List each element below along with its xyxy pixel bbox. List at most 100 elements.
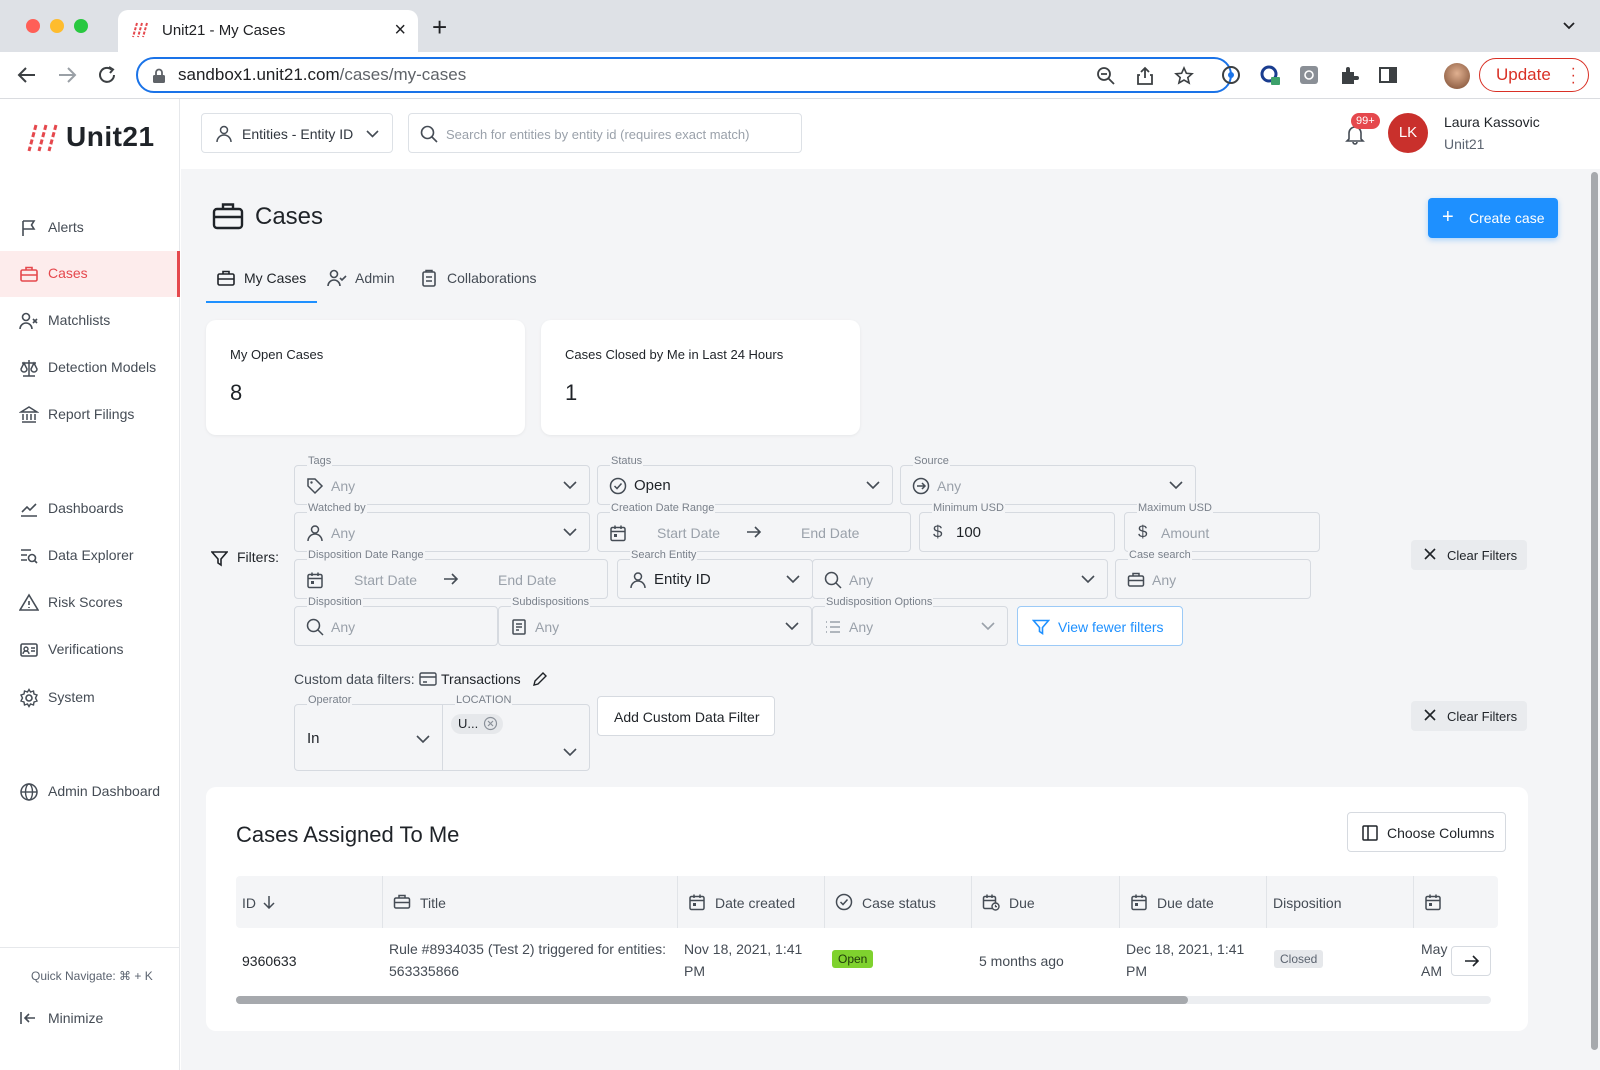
chevron-down-icon[interactable] <box>563 747 577 757</box>
add-custom-data-filter-button[interactable]: Add Custom Data Filter <box>597 696 775 736</box>
subdispositions-filter[interactable]: Subdispositions Any <box>498 596 812 646</box>
entity-type-select[interactable]: Entities - Entity ID <box>201 113 393 153</box>
column-header-title[interactable]: Title <box>383 876 678 928</box>
sidebar-item-data-explorer[interactable]: Data Explorer <box>0 533 180 579</box>
choose-columns-button[interactable]: Choose Columns <box>1347 812 1506 852</box>
side-panel-icon[interactable] <box>1377 64 1399 86</box>
disposition-filter[interactable]: Disposition Any <box>294 596 498 646</box>
column-header-more[interactable] <box>1414 876 1498 928</box>
case-id[interactable]: 9360633 <box>242 950 297 972</box>
search-entity-filter[interactable]: Search Entity Entity ID <box>617 549 813 599</box>
horizontal-scrollbar[interactable] <box>236 996 1491 1004</box>
browser-extension-icon[interactable] <box>1259 64 1281 86</box>
table-row[interactable]: 9360633 Rule #8934035 (Test 2) triggered… <box>236 928 1498 996</box>
password-extension-icon[interactable] <box>1220 64 1242 86</box>
column-header-due[interactable]: Due <box>972 876 1120 928</box>
creation-date-range-filter[interactable]: Creation Date Range Start Date End Date <box>597 502 911 552</box>
tab-my-cases[interactable]: My Cases <box>206 263 317 303</box>
sidebar-item-alerts[interactable]: Alerts <box>0 205 180 251</box>
pencil-icon[interactable] <box>532 671 548 687</box>
tab-search-chevron-icon[interactable] <box>1562 18 1576 32</box>
column-header-due-date[interactable]: Due date <box>1120 876 1267 928</box>
column-header-case-status[interactable]: Case status <box>825 876 972 928</box>
user-name[interactable]: Laura Kassovic <box>1444 114 1540 130</box>
disposition-date-range-filter[interactable]: Disposition Date Range Start Date End Da… <box>294 549 608 599</box>
back-arrow-icon[interactable] <box>16 64 38 86</box>
tab-admin[interactable]: Admin <box>317 263 407 303</box>
sidebar-item-report-filings[interactable]: Report Filings <box>0 392 180 438</box>
clear-custom-filters-button[interactable]: Clear Filters <box>1411 701 1527 731</box>
user-org: Unit21 <box>1444 136 1485 152</box>
status-filter[interactable]: Status Open <box>597 455 893 505</box>
disposition-end-date[interactable]: End Date <box>498 572 556 588</box>
chevron-down-icon <box>1169 481 1183 490</box>
tab-collaborations[interactable]: Collaborations <box>409 263 549 303</box>
location-chip[interactable]: U... <box>451 714 503 734</box>
view-fewer-filters-button[interactable]: View fewer filters <box>1017 606 1183 646</box>
new-tab-icon[interactable]: + <box>432 14 447 40</box>
case-search-filter[interactable]: Case search Any <box>1115 549 1311 599</box>
entity-search-input[interactable]: Search for entities by entity id (requir… <box>408 113 802 153</box>
browser-toolbar: sandbox1.unit21.com/cases/my-cases Updat… <box>0 52 1600 99</box>
share-icon[interactable] <box>1135 66 1155 86</box>
sidebar-item-system[interactable]: System <box>0 675 180 721</box>
sidebar-item-risk-scores[interactable]: Risk Scores <box>0 580 180 626</box>
sidebar-item-admin-dashboard[interactable]: Admin Dashboard <box>0 769 180 815</box>
remove-chip-icon[interactable] <box>483 716 498 731</box>
reload-icon[interactable] <box>96 64 118 86</box>
entity-value-filter[interactable]: Any <box>812 559 1108 599</box>
search-icon <box>306 618 324 636</box>
stat-label: My Open Cases <box>230 347 324 362</box>
column-header-id[interactable]: ID <box>236 876 383 928</box>
main-content: Cases + Create case My Cases Admin Colla… <box>181 169 1588 1070</box>
sidebar-item-cases[interactable]: Cases <box>0 251 180 297</box>
user-avatar[interactable]: LK <box>1388 113 1428 153</box>
address-bar[interactable]: sandbox1.unit21.com/cases/my-cases <box>136 57 1232 93</box>
user-x-icon <box>19 312 38 330</box>
open-case-button[interactable] <box>1451 946 1491 976</box>
extensions-puzzle-icon[interactable] <box>1338 64 1360 86</box>
window-maximize-button[interactable] <box>74 19 88 33</box>
column-header-disposition[interactable]: Disposition <box>1267 876 1414 928</box>
chevron-down-icon[interactable] <box>416 734 430 744</box>
watched-by-filter[interactable]: Watched by Any <box>294 502 590 552</box>
brand-name: Unit21 <box>66 121 155 152</box>
tab-title: Unit21 - My Cases <box>162 22 286 39</box>
sidebar-item-dashboards[interactable]: Dashboards <box>0 486 180 532</box>
vertical-scrollbar-thumb[interactable] <box>1591 172 1598 1050</box>
forward-arrow-icon[interactable] <box>56 64 78 86</box>
maximum-usd-filter[interactable]: Maximum USD $ Amount <box>1124 502 1320 552</box>
bookmark-star-icon[interactable] <box>1174 66 1194 86</box>
case-title[interactable]: Rule #8934035 (Test 2) triggered for ent… <box>389 938 666 982</box>
creation-start-date[interactable]: Start Date <box>657 525 720 541</box>
tab-close-icon[interactable]: × <box>394 19 406 42</box>
zoom-out-icon[interactable] <box>1096 66 1116 86</box>
window-close-button[interactable] <box>26 19 40 33</box>
gear-icon <box>20 688 38 708</box>
browser-tab[interactable]: Unit21 - My Cases × <box>118 10 418 52</box>
sidebar-item-verifications[interactable]: Verifications <box>0 627 180 673</box>
disposition-badge: Closed <box>1274 950 1324 968</box>
sort-down-icon[interactable] <box>263 895 275 909</box>
minimum-usd-filter[interactable]: Minimum USD $ 100 <box>919 502 1115 552</box>
source-filter[interactable]: Source Any <box>900 455 1196 505</box>
briefcase-icon <box>212 203 244 230</box>
creation-end-date[interactable]: End Date <box>801 525 859 541</box>
sidebar-item-matchlists[interactable]: Matchlists <box>0 298 180 344</box>
operator-select[interactable]: In <box>307 730 320 747</box>
sidebar-item-detection-models[interactable]: Detection Models <box>0 345 180 391</box>
browser-update-button[interactable]: Update · · · <box>1479 58 1589 92</box>
shield-extension-icon[interactable] <box>1298 64 1320 86</box>
browser-profile-avatar[interactable] <box>1444 63 1470 89</box>
tags-filter[interactable]: Tags Any <box>294 455 590 505</box>
subdisposition-options-filter[interactable]: Sudisposition Options Any <box>812 596 1008 646</box>
disposition-start-date[interactable]: Start Date <box>354 572 417 588</box>
clear-filters-button[interactable]: Clear Filters <box>1411 540 1527 570</box>
create-case-button[interactable]: + Create case <box>1428 198 1558 238</box>
column-header-date-created[interactable]: Date created <box>678 876 825 928</box>
filter-icon <box>211 551 228 567</box>
browser-menu-icon[interactable]: · · · <box>1571 61 1576 91</box>
window-minimize-button[interactable] <box>50 19 64 33</box>
horizontal-scrollbar-thumb[interactable] <box>236 996 1188 1004</box>
chevron-down-icon <box>563 528 577 537</box>
